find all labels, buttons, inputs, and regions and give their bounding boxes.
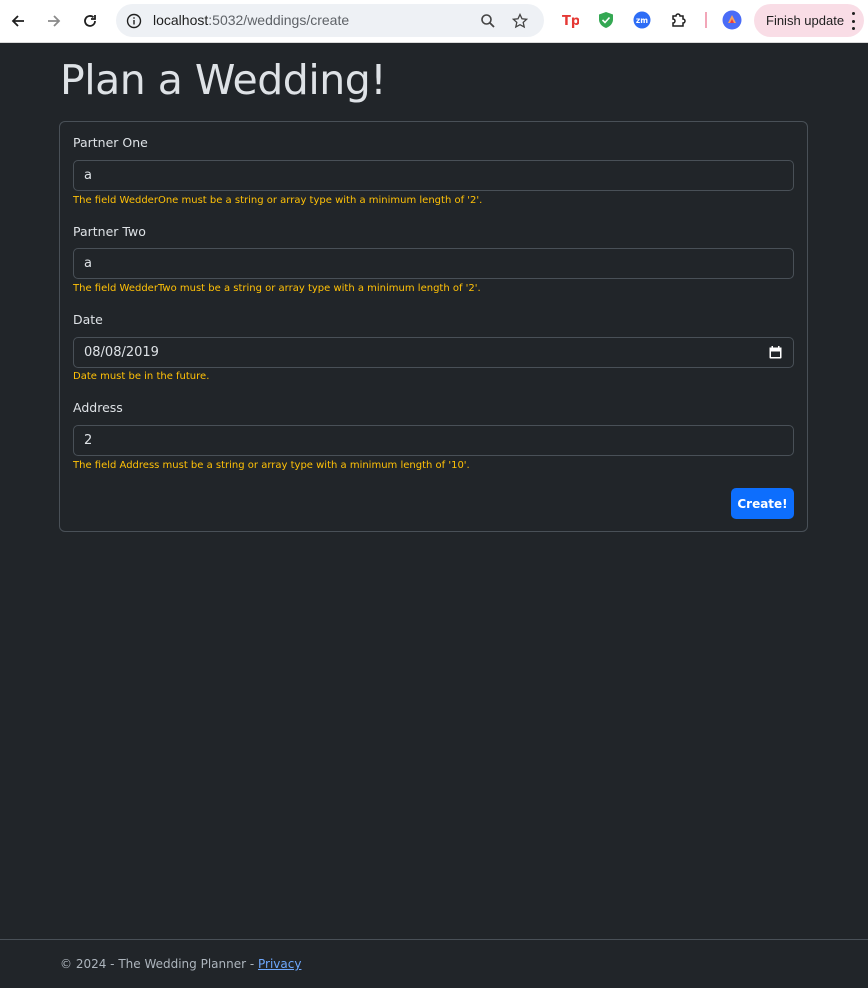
address-error: The field Address must be a string or ar… — [73, 460, 470, 471]
finish-update-label: Finish update — [766, 13, 845, 28]
svg-text:Tp: Tp — [562, 14, 579, 29]
address-bar[interactable]: localhost:5032/weddings/create — [116, 4, 544, 37]
date-label: Date — [73, 312, 103, 327]
bookmark-star-icon[interactable] — [510, 11, 530, 31]
date-error: Date must be in the future. — [73, 371, 210, 382]
back-button[interactable] — [5, 8, 31, 34]
calendar-icon[interactable] — [769, 346, 782, 359]
footer-divider — [0, 939, 868, 940]
zoom-icon[interactable] — [478, 11, 498, 31]
toolbar-divider — [705, 12, 707, 28]
address-input[interactable]: 2 — [73, 425, 794, 456]
partner-one-error: The field WedderOne must be a string or … — [73, 195, 483, 206]
finish-update-button[interactable]: Finish update — [754, 4, 864, 37]
address-value: 2 — [84, 433, 93, 448]
footer-text: © 2024 - The Wedding Planner - — [60, 957, 259, 971]
partner-two-error: The field WedderTwo must be a string or … — [73, 283, 481, 294]
partner-one-input[interactable]: a — [73, 160, 794, 191]
partner-one-value: a — [84, 168, 92, 183]
partner-two-input[interactable]: a — [73, 248, 794, 279]
forward-arrow-icon — [48, 15, 61, 27]
zoom-extension-label: zm — [636, 16, 648, 25]
date-input[interactable]: 08/08/2019 — [73, 337, 794, 368]
footer: © 2024 - The Wedding Planner - Privacy — [60, 957, 301, 971]
zoom-extension-icon[interactable]: zm — [632, 10, 652, 30]
shield-extension-icon[interactable] — [596, 10, 616, 30]
profile-avatar-icon[interactable] — [722, 10, 742, 30]
partner-two-value: a — [84, 256, 92, 271]
reload-button[interactable] — [77, 8, 103, 34]
back-arrow-icon — [11, 15, 24, 27]
reload-icon — [84, 15, 96, 27]
more-menu-icon[interactable] — [850, 12, 856, 30]
page-title: Plan a Wedding! — [60, 56, 387, 104]
date-value: 08/08/2019 — [84, 345, 159, 360]
url-host: localhost — [153, 12, 209, 28]
wedding-form: Partner One a The field WedderOne must b… — [59, 121, 808, 532]
address-label: Address — [73, 400, 123, 415]
forward-button[interactable] — [41, 8, 67, 34]
extensions-puzzle-icon[interactable] — [669, 10, 689, 30]
partner-one-label: Partner One — [73, 135, 148, 150]
privacy-link[interactable]: Privacy — [258, 957, 301, 971]
tp-extension-icon[interactable]: Tp — [560, 10, 580, 30]
url-text: localhost:5032/weddings/create — [153, 12, 349, 28]
site-info-icon[interactable] — [124, 11, 144, 31]
browser-toolbar: localhost:5032/weddings/create Tp zm Fin… — [0, 0, 868, 43]
create-button[interactable]: Create! — [731, 488, 794, 519]
partner-two-label: Partner Two — [73, 224, 146, 239]
url-path: :5032/weddings/create — [208, 12, 350, 28]
